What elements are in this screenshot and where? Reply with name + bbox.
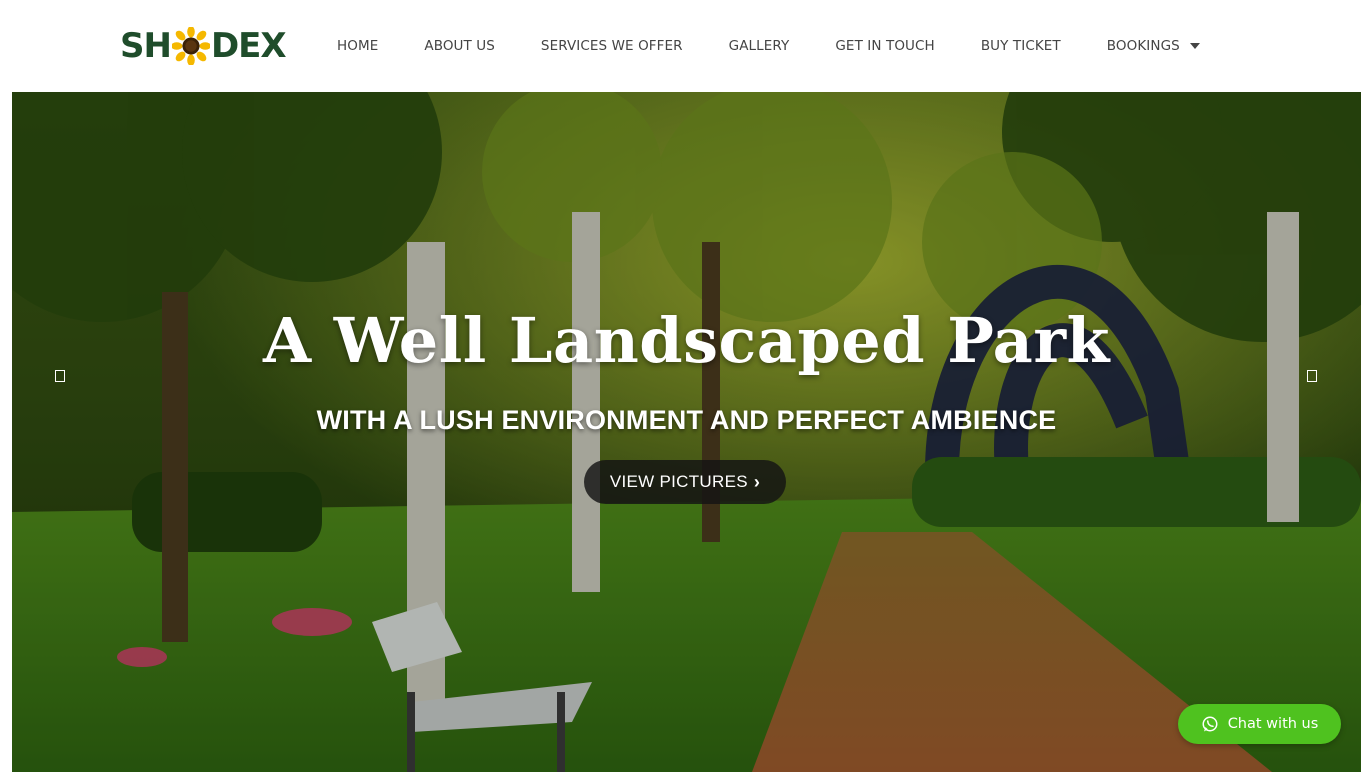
sunflower-icon [171, 27, 210, 65]
site-header: SH DEX HOME ABOUT US SERVICES WE OFFER G… [0, 0, 1362, 92]
nav-about-us-label: ABOUT US [424, 38, 495, 54]
nav-gallery[interactable]: GALLERY [706, 38, 813, 54]
nav-get-in-touch[interactable]: GET IN TOUCH [812, 38, 957, 54]
view-pictures-label: VIEW PICTURES [609, 472, 748, 491]
view-pictures-button[interactable]: VIEW PICTURES › [584, 460, 786, 504]
nav-home-label: HOME [337, 38, 379, 54]
logo-text-start: SH [120, 26, 172, 66]
nav-about-us[interactable]: ABOUT US [401, 38, 518, 54]
hero-subtitle: WITH A LUSH ENVIRONMENT AND PERFECT AMBI… [316, 405, 1057, 435]
nav-bookings-label: BOOKINGS [1106, 38, 1180, 54]
chevron-right-icon: › [753, 471, 761, 492]
nav-gallery-label: GALLERY [728, 38, 790, 54]
hero-title: A Well Landscaped Park [263, 304, 1110, 377]
prev-slide-icon[interactable] [55, 370, 65, 382]
nav-home[interactable]: HOME [314, 38, 401, 54]
next-slide-icon[interactable] [1307, 370, 1317, 382]
whatsapp-icon [1202, 716, 1218, 732]
nav-services-label: SERVICES WE OFFER [540, 38, 683, 54]
nav-get-in-touch-label: GET IN TOUCH [835, 38, 935, 54]
main-nav: HOME ABOUT US SERVICES WE OFFER GALLERY … [314, 0, 1223, 92]
nav-buy-ticket-label: BUY TICKET [980, 38, 1061, 54]
caret-down-icon [1189, 43, 1200, 49]
logo-text-end: DEX [210, 26, 287, 66]
chat-with-us-button[interactable]: Chat with us [1178, 704, 1341, 744]
nav-buy-ticket[interactable]: BUY TICKET [958, 38, 1084, 54]
nav-services[interactable]: SERVICES WE OFFER [518, 38, 706, 54]
chat-label: Chat with us [1227, 716, 1319, 732]
site-logo[interactable]: SH DEX [120, 24, 287, 68]
hero-slider: A Well Landscaped Park WITH A LUSH ENVIR… [12, 92, 1361, 772]
nav-bookings-dropdown[interactable]: BOOKINGS [1084, 38, 1223, 54]
